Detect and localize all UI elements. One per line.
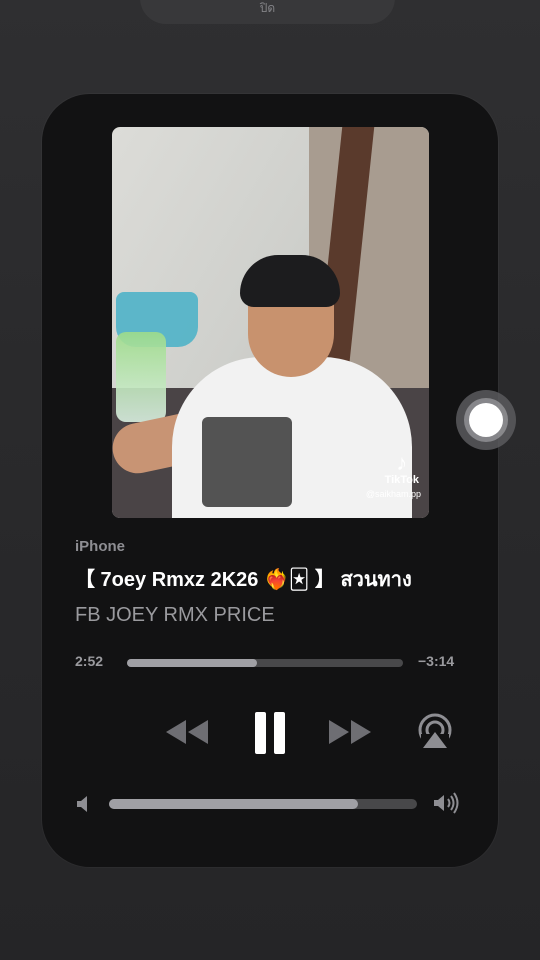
volume-slider[interactable]	[109, 799, 417, 809]
airplay-icon	[418, 713, 452, 750]
pause-button[interactable]	[251, 710, 291, 761]
volume-low-icon	[75, 794, 93, 819]
volume-fill	[109, 799, 359, 809]
tiktok-handle: @saikham.pp	[365, 489, 421, 499]
pause-icon	[255, 712, 285, 754]
volume-high-icon	[432, 791, 464, 820]
tiktok-brand-text: TikTok	[384, 474, 419, 486]
tiktok-icon: ♪	[396, 450, 408, 475]
output-device-label: iPhone	[75, 538, 126, 555]
rewind-button[interactable]	[162, 716, 210, 753]
top-banner[interactable]: ปิด	[140, 0, 395, 24]
playback-scrubber[interactable]	[127, 659, 403, 667]
fast-forward-button[interactable]	[327, 716, 375, 753]
assistive-touch-button[interactable]	[456, 390, 516, 450]
time-remaining: −3:14	[418, 653, 455, 669]
top-banner-text: ปิด	[259, 1, 276, 15]
rewind-icon	[166, 720, 208, 744]
now-playing-card: ♪ TikTok @saikham.pp iPhone 【 7oey Rmxz …	[42, 94, 498, 867]
time-elapsed: 2:52	[75, 653, 104, 669]
assistive-touch-dot	[469, 403, 503, 437]
tiktok-watermark: ♪ TikTok	[384, 450, 419, 487]
album-artwork: ♪ TikTok @saikham.pp	[112, 127, 429, 518]
track-title: 【 7oey Rmxz 2K26 ❤️‍🔥🃏 】 สวนทาง	[75, 569, 412, 591]
playback-progress-fill	[127, 659, 257, 667]
airplay-button[interactable]	[415, 712, 455, 757]
track-artist: FB JOEY RMX PRICE	[75, 604, 275, 626]
fast-forward-icon	[329, 720, 371, 744]
